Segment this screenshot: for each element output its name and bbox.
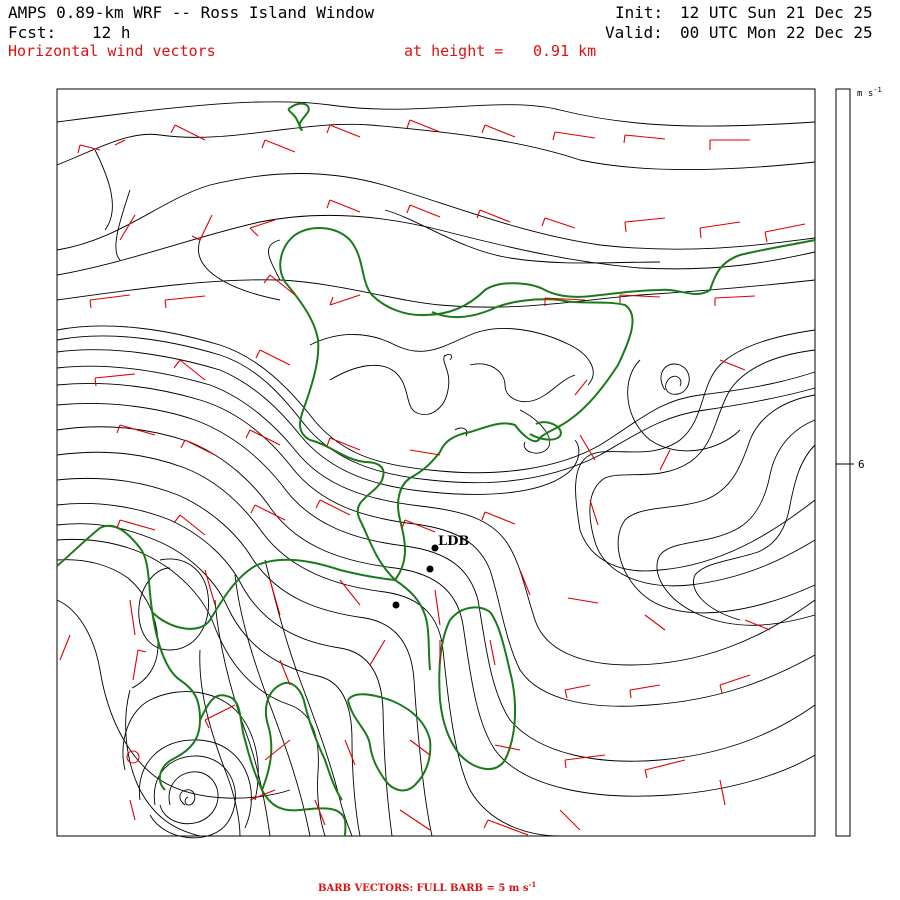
map-frame	[56, 88, 816, 837]
wind-map: LDB 6 m s-1 BARB VECTORS: FULL BARB = 5 …	[56, 86, 882, 894]
streamlines	[56, 101, 816, 839]
colorbar	[835, 88, 851, 837]
colorbar-unit: m s-1	[857, 86, 882, 99]
station-ldb-label: LDB	[438, 534, 469, 549]
station-marker	[426, 565, 434, 573]
orographic-contours	[309, 328, 594, 454]
coastline	[56, 102, 816, 837]
barb-legend-note: BARB VECTORS: FULL BARB = 5 m s-1	[318, 880, 536, 894]
station-marker	[392, 601, 400, 609]
colorbar-tick-label: 6	[858, 458, 865, 471]
wind-barbs	[59, 119, 806, 836]
